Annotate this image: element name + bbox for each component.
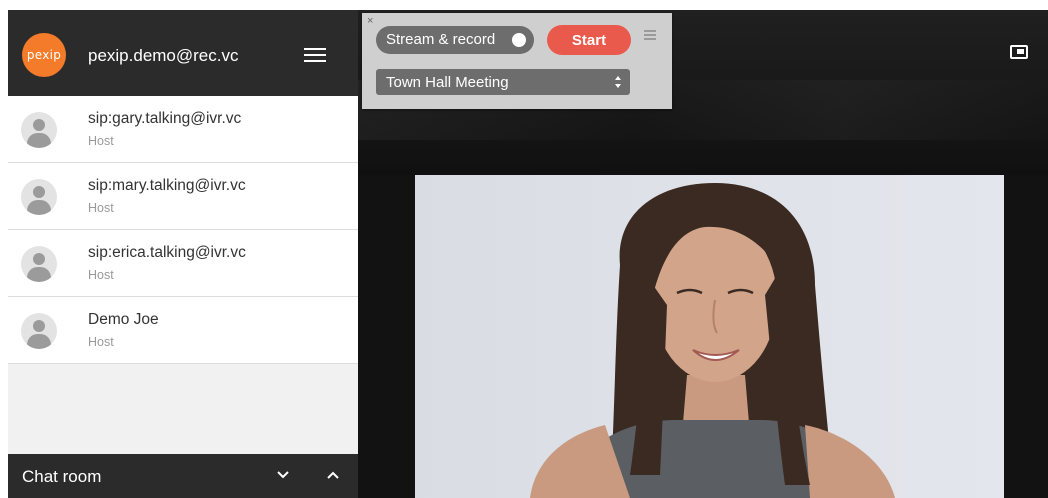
- stream-record-panel: × Stream & record Start Town Hall Meetin…: [362, 13, 672, 109]
- participant-name: sip:mary.talking@ivr.vc: [88, 177, 246, 194]
- drag-handle-icon[interactable]: [644, 30, 656, 42]
- participant-name: sip:erica.talking@ivr.vc: [88, 244, 246, 261]
- participant-role: Host: [88, 268, 114, 282]
- stream-select[interactable]: Town Hall Meeting: [376, 69, 630, 95]
- chevron-up-icon[interactable]: [326, 468, 340, 482]
- participant-list: sip:gary.talking@ivr.vc Host sip:mary.ta…: [8, 96, 358, 364]
- participant-item[interactable]: sip:gary.talking@ivr.vc Host: [8, 96, 358, 163]
- chat-room-bar[interactable]: Chat room: [8, 454, 358, 498]
- participant-role: Host: [88, 134, 114, 148]
- stream-record-label: Stream & record: [386, 31, 496, 48]
- close-icon[interactable]: ×: [367, 15, 373, 27]
- stream-select-value: Town Hall Meeting: [386, 74, 509, 91]
- sidebar: pexip pexip.demo@rec.vc sip:gary.talking…: [8, 10, 358, 498]
- chat-room-title: Chat room: [22, 467, 102, 486]
- select-arrows-icon: [615, 76, 621, 88]
- stream-record-toggle[interactable]: Stream & record: [376, 26, 534, 54]
- participant-name: Demo Joe: [88, 311, 159, 328]
- toggle-knob: [512, 33, 526, 47]
- participant-item[interactable]: Demo Joe Host: [8, 297, 358, 364]
- account-email: pexip.demo@rec.vc: [88, 46, 239, 65]
- avatar-icon: [21, 313, 57, 349]
- participant-role: Host: [88, 335, 114, 349]
- participant-role: Host: [88, 201, 114, 215]
- participant-name: sip:gary.talking@ivr.vc: [88, 110, 242, 127]
- video-frame-person: [530, 183, 895, 498]
- hamburger-menu-icon[interactable]: [304, 48, 326, 64]
- participant-item[interactable]: sip:mary.talking@ivr.vc Host: [8, 163, 358, 230]
- participant-video: [415, 175, 1004, 498]
- avatar-icon: [21, 179, 57, 215]
- avatar-icon: [21, 246, 57, 282]
- participant-item[interactable]: sip:erica.talking@ivr.vc Host: [8, 230, 358, 297]
- start-button[interactable]: Start: [547, 25, 631, 55]
- avatar-icon: [21, 112, 57, 148]
- sidebar-header: pexip pexip.demo@rec.vc: [8, 10, 358, 96]
- picture-in-picture-icon[interactable]: [1010, 45, 1028, 59]
- pexip-logo: pexip: [22, 33, 66, 77]
- chevron-down-icon[interactable]: [276, 468, 290, 482]
